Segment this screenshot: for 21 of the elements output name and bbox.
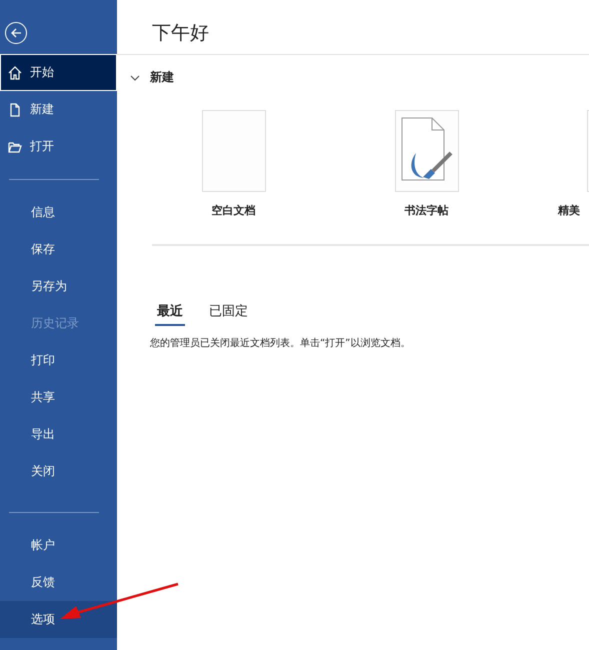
info-message: 您的管理员已关闭最近文档列表。单击“打开”以浏览文档。 bbox=[150, 336, 412, 350]
greeting-heading: 下午好 bbox=[117, 0, 589, 55]
sidebar-item[interactable]: 关闭 bbox=[0, 453, 117, 490]
sidebar-item[interactable]: 共享 bbox=[0, 379, 117, 416]
sidebar-item[interactable]: 打印 bbox=[0, 342, 117, 379]
sidebar-item[interactable]: 新建 bbox=[0, 91, 117, 128]
template-label: 书法字帖 bbox=[404, 203, 448, 218]
sidebar-item[interactable]: 信息 bbox=[0, 194, 117, 231]
tab[interactable]: 最近 bbox=[155, 302, 185, 326]
sidebar-item[interactable]: 导出 bbox=[0, 416, 117, 453]
section-toggle[interactable]: 新建 bbox=[130, 69, 589, 86]
sidebar-item[interactable]: 打开 bbox=[0, 128, 117, 165]
sidebar-item[interactable]: 选项 bbox=[0, 601, 117, 638]
sidebar-item[interactable]: 帐户 bbox=[0, 527, 117, 564]
tab[interactable]: 已固定 bbox=[207, 302, 250, 326]
template-label: 空白文档 bbox=[212, 203, 256, 218]
sidebar-item[interactable]: 保存 bbox=[0, 231, 117, 268]
sidebar-item[interactable]: 开始 bbox=[0, 54, 117, 91]
template-label: 精美 bbox=[558, 203, 580, 218]
sidebar-item[interactable]: 反馈 bbox=[0, 564, 117, 601]
sidebar-item[interactable]: 另存为 bbox=[0, 268, 117, 305]
